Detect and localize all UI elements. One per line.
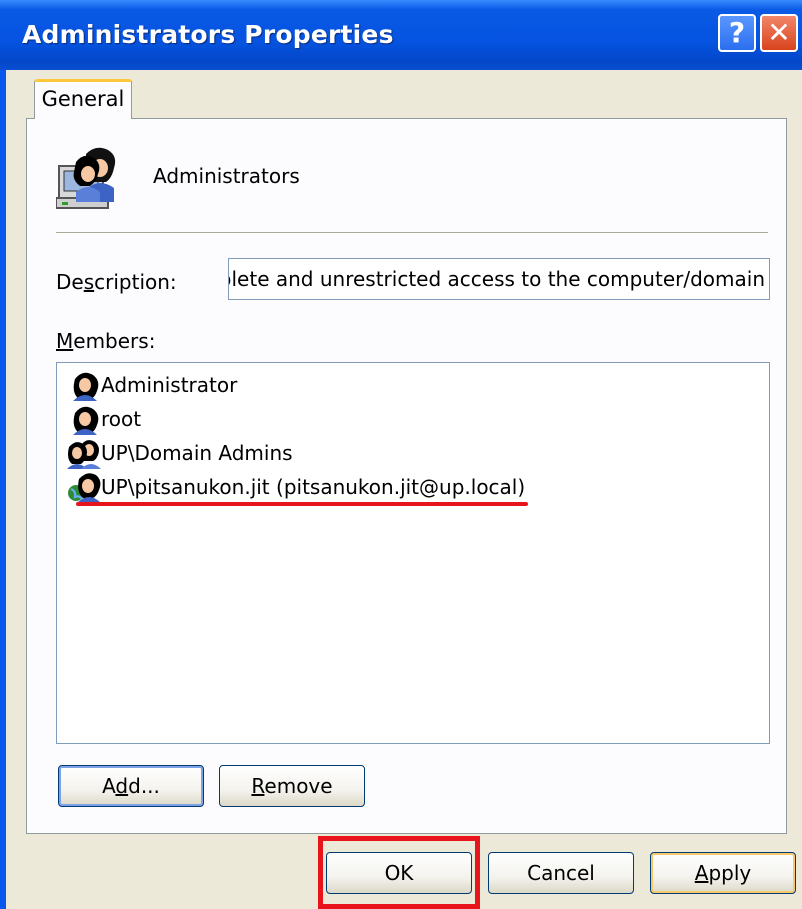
separator	[56, 232, 768, 234]
user-icon	[73, 372, 99, 401]
members-label: Members:	[56, 329, 156, 353]
list-item[interactable]: root	[67, 403, 141, 435]
add-button[interactable]: Add...	[58, 765, 204, 807]
group-icon	[67, 440, 101, 469]
description-input[interactable]: Administrators have complete and unrestr…	[228, 258, 770, 300]
cancel-button[interactable]: Cancel	[488, 852, 634, 894]
tab-general[interactable]: General	[34, 79, 132, 119]
apply-button[interactable]: Apply	[650, 852, 796, 894]
window-title: Administrators Properties	[22, 20, 394, 49]
list-item[interactable]: UP\Domain Admins	[67, 437, 293, 469]
group-icon	[56, 147, 116, 209]
help-button[interactable]: ?	[718, 14, 756, 52]
close-button[interactable]: ✕	[760, 14, 798, 52]
annotation-underline	[76, 502, 528, 506]
help-icon: ?	[728, 16, 746, 49]
title-bar[interactable]: Administrators Properties ? ✕	[0, 0, 802, 70]
list-item[interactable]: Administrator	[67, 369, 237, 401]
annotation-highlight-box	[318, 836, 480, 909]
user-icon	[73, 406, 99, 435]
close-icon: ✕	[767, 16, 791, 49]
description-label: Description:	[56, 270, 177, 294]
domain-user-icon	[68, 473, 101, 503]
members-list[interactable]: Administrator root UP\Domain Admins UP\p…	[56, 362, 770, 744]
remove-button[interactable]: Remove	[219, 765, 365, 807]
group-name: Administrators	[153, 164, 300, 188]
list-item[interactable]: UP\pitsanukon.jit (pitsanukon.jit@up.loc…	[67, 471, 525, 503]
